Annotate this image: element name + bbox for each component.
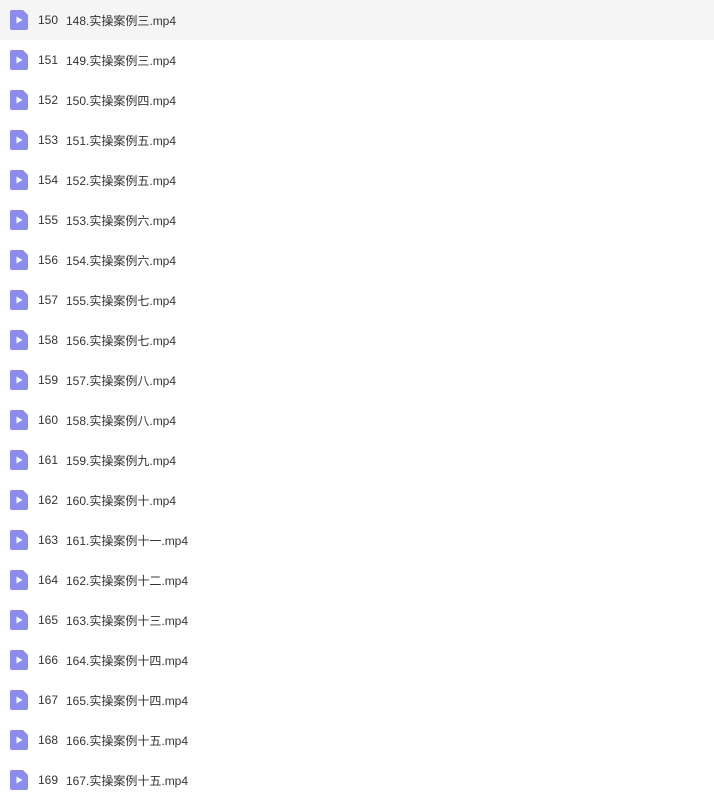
file-index: 167 [38, 693, 62, 707]
file-name: 163.实操案例十三.mp4 [66, 612, 188, 629]
file-index: 160 [38, 413, 62, 427]
video-file-icon [10, 410, 28, 430]
file-row[interactable]: 159 157.实操案例八.mp4 [0, 360, 714, 400]
file-row[interactable]: 169 167.实操案例十五.mp4 [0, 760, 714, 800]
file-index: 162 [38, 493, 62, 507]
file-index: 168 [38, 733, 62, 747]
file-index: 157 [38, 293, 62, 307]
file-name: 152.实操案例五.mp4 [66, 172, 176, 189]
file-row[interactable]: 156 154.实操案例六.mp4 [0, 240, 714, 280]
file-row[interactable]: 152 150.实操案例四.mp4 [0, 80, 714, 120]
file-name: 160.实操案例十.mp4 [66, 492, 176, 509]
video-file-icon [10, 570, 28, 590]
video-file-icon [10, 490, 28, 510]
file-name: 151.实操案例五.mp4 [66, 132, 176, 149]
video-file-icon [10, 650, 28, 670]
video-file-icon [10, 210, 28, 230]
video-file-icon [10, 250, 28, 270]
file-index: 152 [38, 93, 62, 107]
video-file-icon [10, 450, 28, 470]
file-index: 169 [38, 773, 62, 787]
video-file-icon [10, 130, 28, 150]
file-row[interactable]: 163 161.实操案例十一.mp4 [0, 520, 714, 560]
file-row[interactable]: 160 158.实操案例八.mp4 [0, 400, 714, 440]
file-row[interactable]: 164 162.实操案例十二.mp4 [0, 560, 714, 600]
file-name: 159.实操案例九.mp4 [66, 452, 176, 469]
video-file-icon [10, 330, 28, 350]
file-index: 159 [38, 373, 62, 387]
file-index: 166 [38, 653, 62, 667]
video-file-icon [10, 610, 28, 630]
file-name: 150.实操案例四.mp4 [66, 92, 176, 109]
video-file-icon [10, 730, 28, 750]
file-name: 156.实操案例七.mp4 [66, 332, 176, 349]
file-list: 150 148.实操案例三.mp4 151 149.实操案例三.mp4 152 150… [0, 0, 714, 800]
video-file-icon [10, 290, 28, 310]
file-row[interactable]: 167 165.实操案例十四.mp4 [0, 680, 714, 720]
file-name: 153.实操案例六.mp4 [66, 212, 176, 229]
video-file-icon [10, 90, 28, 110]
file-index: 165 [38, 613, 62, 627]
file-index: 164 [38, 573, 62, 587]
file-index: 150 [38, 13, 62, 27]
video-file-icon [10, 10, 28, 30]
file-row[interactable]: 155 153.实操案例六.mp4 [0, 200, 714, 240]
file-row[interactable]: 150 148.实操案例三.mp4 [0, 0, 714, 40]
file-index: 155 [38, 213, 62, 227]
file-name: 165.实操案例十四.mp4 [66, 692, 188, 709]
file-name: 167.实操案例十五.mp4 [66, 772, 188, 789]
file-name: 157.实操案例八.mp4 [66, 372, 176, 389]
file-row[interactable]: 154 152.实操案例五.mp4 [0, 160, 714, 200]
file-name: 158.实操案例八.mp4 [66, 412, 176, 429]
file-name: 166.实操案例十五.mp4 [66, 732, 188, 749]
file-index: 158 [38, 333, 62, 347]
file-index: 151 [38, 53, 62, 67]
file-row[interactable]: 153 151.实操案例五.mp4 [0, 120, 714, 160]
video-file-icon [10, 170, 28, 190]
file-index: 154 [38, 173, 62, 187]
video-file-icon [10, 50, 28, 70]
video-file-icon [10, 370, 28, 390]
file-name: 155.实操案例七.mp4 [66, 292, 176, 309]
file-row[interactable]: 165 163.实操案例十三.mp4 [0, 600, 714, 640]
file-name: 161.实操案例十一.mp4 [66, 532, 188, 549]
file-index: 163 [38, 533, 62, 547]
file-index: 161 [38, 453, 62, 467]
file-row[interactable]: 168 166.实操案例十五.mp4 [0, 720, 714, 760]
file-row[interactable]: 161 159.实操案例九.mp4 [0, 440, 714, 480]
file-name: 164.实操案例十四.mp4 [66, 652, 188, 669]
file-row[interactable]: 157 155.实操案例七.mp4 [0, 280, 714, 320]
video-file-icon [10, 530, 28, 550]
file-row[interactable]: 162 160.实操案例十.mp4 [0, 480, 714, 520]
file-name: 149.实操案例三.mp4 [66, 52, 176, 69]
file-index: 156 [38, 253, 62, 267]
file-name: 162.实操案例十二.mp4 [66, 572, 188, 589]
video-file-icon [10, 690, 28, 710]
video-file-icon [10, 770, 28, 790]
file-index: 153 [38, 133, 62, 147]
file-row[interactable]: 158 156.实操案例七.mp4 [0, 320, 714, 360]
file-row[interactable]: 151 149.实操案例三.mp4 [0, 40, 714, 80]
file-row[interactable]: 166 164.实操案例十四.mp4 [0, 640, 714, 680]
file-name: 148.实操案例三.mp4 [66, 12, 176, 29]
file-name: 154.实操案例六.mp4 [66, 252, 176, 269]
